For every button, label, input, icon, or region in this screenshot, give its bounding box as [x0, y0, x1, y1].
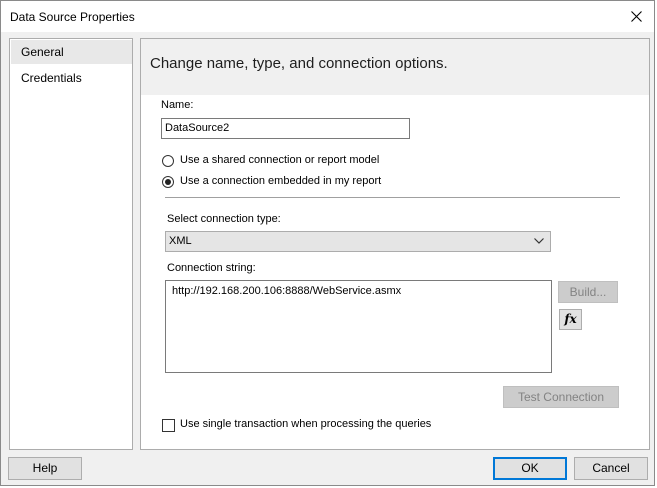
general-panel: Change name, type, and connection option…: [140, 38, 650, 450]
nav-item-general[interactable]: General: [11, 40, 132, 64]
expression-button[interactable]: fx: [559, 309, 582, 330]
connection-type-value: XML: [169, 235, 192, 247]
test-connection-button[interactable]: Test Connection: [503, 386, 619, 408]
panel-header: Change name, type, and connection option…: [141, 39, 649, 95]
ok-button[interactable]: OK: [493, 457, 567, 480]
data-source-properties-dialog: Data Source Properties General Credentia…: [0, 0, 655, 486]
connection-type-select[interactable]: XML: [165, 231, 551, 252]
close-icon: [630, 11, 642, 22]
close-button[interactable]: [618, 1, 654, 32]
name-label: Name:: [161, 99, 194, 111]
window-title: Data Source Properties: [10, 10, 135, 24]
nav-item-credentials[interactable]: Credentials: [11, 66, 132, 90]
title-bar: Data Source Properties: [1, 1, 654, 32]
panel-header-text: Change name, type, and connection option…: [150, 55, 448, 72]
connection-string-label: Connection string:: [167, 262, 256, 274]
radio-embedded-label: Use a connection embedded in my report: [180, 175, 382, 187]
fx-icon: fx: [564, 312, 577, 326]
single-transaction-label: Use single transaction when processing t…: [180, 418, 432, 430]
connection-string-input[interactable]: http://192.168.200.106:8888/WebService.a…: [165, 280, 552, 373]
single-transaction-checkbox[interactable]: [162, 419, 175, 432]
chevron-down-icon: [534, 238, 544, 244]
cancel-button[interactable]: Cancel: [574, 457, 648, 480]
page-navigation: General Credentials: [9, 38, 133, 450]
separator: [165, 197, 620, 198]
radio-embedded-connection[interactable]: [162, 176, 174, 188]
help-button[interactable]: Help: [8, 457, 82, 480]
radio-shared-connection[interactable]: [162, 155, 174, 167]
build-button[interactable]: Build...: [558, 281, 618, 303]
name-input[interactable]: DataSource2: [161, 118, 410, 139]
connection-type-label: Select connection type:: [167, 213, 281, 225]
radio-shared-label: Use a shared connection or report model: [180, 154, 380, 166]
radio-selected-dot: [165, 179, 171, 185]
